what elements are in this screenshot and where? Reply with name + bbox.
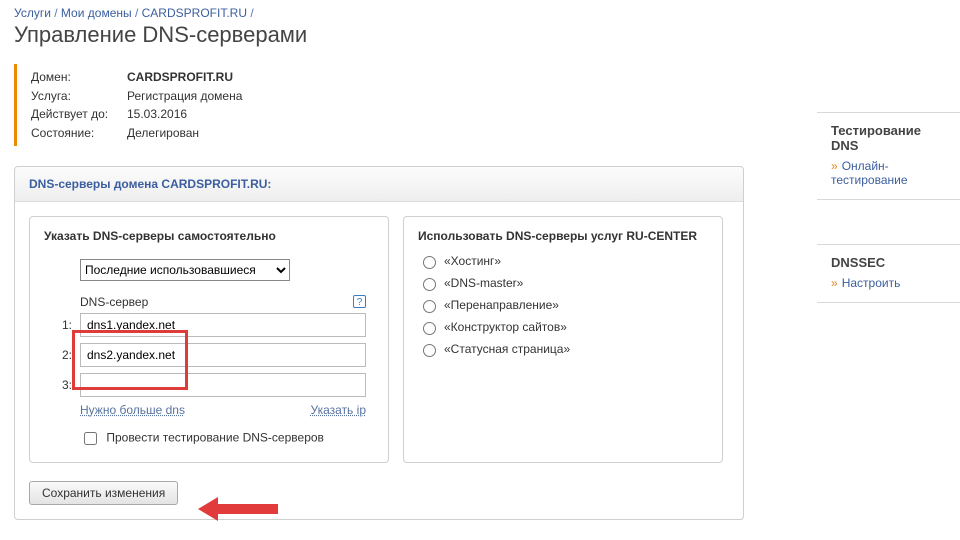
online-test-link[interactable]: Онлайн-тестирование	[831, 159, 908, 187]
breadcrumb-my-domains[interactable]: Мои домены	[61, 6, 132, 20]
info-domain-value: CARDSPROFIT.RU	[127, 68, 233, 87]
save-button[interactable]: Сохранить изменения	[29, 481, 178, 505]
info-domain-label: Домен:	[31, 68, 127, 87]
svc-dnsmaster-label: «DNS-master»	[444, 276, 523, 290]
dns-input-3[interactable]	[80, 373, 366, 397]
rucenter-dns-title: Использовать DNS-серверы услуг RU-CENTER	[418, 229, 708, 243]
sidebar-dnssec-title: DNSSEC	[831, 255, 950, 270]
sidebar-dns-test: Тестирование DNS »Онлайн-тестирование	[817, 112, 960, 200]
help-icon[interactable]: ?	[353, 295, 366, 308]
raquo-icon: »	[831, 159, 838, 173]
sidebar-dns-test-title: Тестирование DNS	[831, 123, 950, 153]
dns-row-num-3: 3:	[50, 378, 72, 392]
svc-dnsmaster-radio[interactable]	[423, 278, 436, 291]
svc-redirect-radio[interactable]	[423, 300, 436, 313]
svc-statuspage-radio[interactable]	[423, 344, 436, 357]
dns-box: DNS-серверы домена CARDSPROFIT.RU: Указа…	[14, 166, 744, 520]
dns-input-2[interactable]	[80, 343, 366, 367]
sidebar-dnssec: DNSSEC » Настроить	[817, 244, 960, 303]
test-dns-label: Провести тестирование DNS-серверов	[106, 431, 324, 445]
svc-statuspage-label: «Статусная страница»	[444, 342, 570, 356]
dns-server-label: DNS-сервер	[80, 295, 148, 309]
breadcrumb-services[interactable]: Услуги	[14, 6, 51, 20]
info-until-value: 15.03.2016	[127, 105, 187, 124]
svc-builder-label: «Конструктор сайтов»	[444, 320, 567, 334]
breadcrumb-domain[interactable]: CARDSPROFIT.RU	[142, 6, 247, 20]
info-state-label: Состояние:	[31, 124, 127, 143]
dns-row-num-1: 1:	[50, 318, 72, 332]
test-dns-checkbox[interactable]	[84, 432, 97, 445]
svc-redirect-label: «Перенаправление»	[444, 298, 559, 312]
page-title: Управление DNS-серверами	[14, 22, 766, 48]
svc-hosting-radio[interactable]	[423, 256, 436, 269]
domain-info: Домен: CARDSPROFIT.RU Услуга: Регистраци…	[14, 64, 766, 146]
info-state-value: Делегирован	[127, 124, 199, 143]
dnssec-configure-link[interactable]: Настроить	[842, 276, 901, 290]
rucenter-dns-panel: Использовать DNS-серверы услуг RU-CENTER…	[403, 216, 723, 463]
dns-row-num-2: 2:	[50, 348, 72, 362]
raquo-icon: »	[831, 276, 838, 290]
info-service-label: Услуга:	[31, 87, 127, 106]
info-until-label: Действует до:	[31, 105, 127, 124]
breadcrumb: Услуги / Мои домены / CARDSPROFIT.RU /	[14, 6, 766, 20]
info-service-value: Регистрация домена	[127, 87, 242, 106]
need-more-dns-link[interactable]: Нужно больше dns	[80, 403, 185, 417]
svc-hosting-label: «Хостинг»	[444, 254, 501, 268]
dns-input-1[interactable]	[80, 313, 366, 337]
dns-history-select[interactable]: Последние использовавшиеся	[80, 259, 290, 281]
dns-box-header: DNS-серверы домена CARDSPROFIT.RU:	[15, 167, 743, 202]
manual-dns-title: Указать DNS-серверы самостоятельно	[44, 229, 374, 243]
manual-dns-panel: Указать DNS-серверы самостоятельно После…	[29, 216, 389, 463]
svc-builder-radio[interactable]	[423, 322, 436, 335]
specify-ip-link[interactable]: Указать ip	[311, 403, 366, 417]
